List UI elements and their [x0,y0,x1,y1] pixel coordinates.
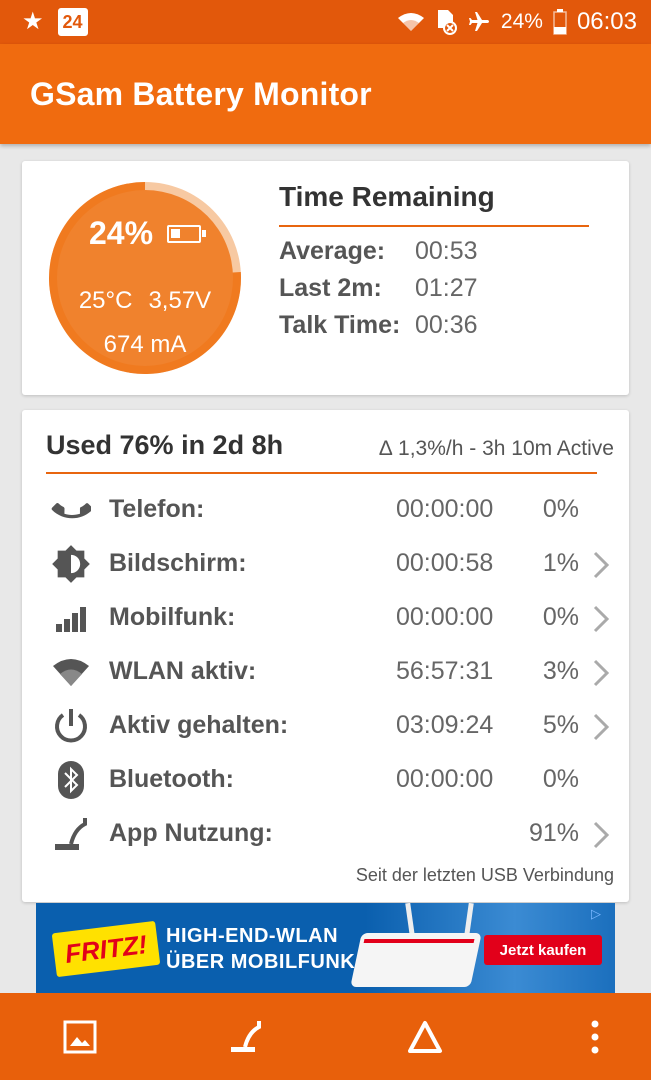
ad-banner[interactable]: FRITZ! HIGH-END-WLAN ÜBER MOBILFUNK Jetz… [36,903,615,993]
usage-label: WLAN aktiv: [109,657,257,685]
usage-percent: 5% [542,711,579,739]
signal-icon [50,597,92,639]
usage-row-telefon: Telefon: 00:00:00 0% [22,483,629,537]
chevron-right-icon[interactable] [591,604,611,634]
chevron-right-icon[interactable] [591,658,611,688]
battery-icon [167,224,207,243]
battery-percent-value: 24% [88,215,154,251]
delta-icon[interactable] [405,1017,445,1057]
battery-temperature: 25°C [78,287,133,314]
sim-off-icon [435,9,457,35]
calendar-icon: 24 [57,8,88,36]
usage-label: App Nutzung: [109,819,273,847]
usage-label: Aktiv gehalten: [109,711,289,739]
airplane-icon [467,10,491,34]
ad-cta-button[interactable]: Jetzt kaufen [484,935,602,965]
bluetooth-icon [50,759,92,801]
battery-percent: 24% [500,10,543,33]
row-value: 00:53 [415,237,478,265]
divider [46,472,597,474]
usage-row-wlan[interactable]: WLAN aktiv: 56:57:31 3% [22,645,629,699]
usage-percent: 3% [542,657,579,685]
usage-row-aktiv-gehalten[interactable]: Aktiv gehalten: 03:09:24 5% [22,699,629,753]
usage-label: Mobilfunk: [109,603,236,631]
router-image [350,933,482,987]
usage-label: Bluetooth: [109,765,234,793]
usage-percent: 1% [542,549,579,577]
time-remaining-row-talktime: Talk Time: 00:36 [279,311,478,340]
app-usage-icon[interactable] [225,1017,265,1057]
battery-gauge: 24% 25°C 3,57V 674 mA [44,177,246,379]
usage-row-bildschirm[interactable]: Bildschirm: 00:00:58 1% [22,537,629,591]
time-remaining-title: Time Remaining [279,181,495,212]
phone-icon [50,489,92,531]
battery-voltage: 3,57V [148,287,212,314]
usage-label: Bildschirm: [109,549,247,577]
usage-percent: 0% [542,603,579,631]
usage-percent: 0% [542,765,579,793]
ad-choices-icon[interactable]: ▷ [591,906,611,922]
usage-time: 00:00:00 [396,603,494,631]
chevron-right-icon[interactable] [591,820,611,850]
clock: 06:03 [576,8,637,35]
image-icon[interactable] [60,1017,100,1057]
time-remaining-row-average: Average: 00:53 [279,237,478,266]
usage-rate: ∆ 1,3%/h - 3h 10m Active [379,437,614,460]
chevron-right-icon[interactable] [591,712,611,742]
usage-card: Used 76% in 2d 8h ∆ 1,3%/h - 3h 10m Acti… [22,410,629,902]
row-label: Average: [279,237,386,265]
battery-icon [553,9,567,35]
power-icon [50,705,92,747]
usage-time: 56:57:31 [396,657,494,685]
ad-headline-1: HIGH-END-WLAN [166,925,339,947]
time-remaining-row-last2m: Last 2m: 01:27 [279,274,478,303]
app-title: GSam Battery Monitor [30,76,372,112]
usage-time: 00:00:00 [396,495,494,523]
usage-row-bluetooth: Bluetooth: 00:00:00 0% [22,753,629,807]
usage-percent: 91% [528,819,579,847]
usage-label: Telefon: [109,495,205,523]
usage-time: 00:00:00 [396,765,494,793]
wifi-icon [397,11,425,33]
app-usage-icon [50,813,92,855]
usage-footnote: Seit der letzten USB Verbindung [355,865,614,885]
row-label: Talk Time: [279,311,401,339]
battery-summary-card[interactable]: 24% 25°C 3,57V 674 mA Time Remaining Ave… [22,161,629,395]
chevron-right-icon[interactable] [591,550,611,580]
battery-current: 674 mA [103,331,187,358]
ad-headline-2: ÜBER MOBILFUNK [166,951,356,973]
brightness-icon [50,543,92,585]
wifi-icon [50,651,92,693]
more-vert-icon[interactable] [575,1017,615,1057]
star-icon: ★ [22,8,44,35]
row-value: 01:27 [415,274,478,302]
ad-logo: FRITZ! [51,920,161,978]
row-label: Last 2m: [279,274,382,302]
usage-time: 00:00:58 [396,549,494,577]
bottom-toolbar [0,993,651,1080]
row-value: 00:36 [415,311,478,339]
usage-time: 03:09:24 [396,711,494,739]
usage-row-mobilfunk[interactable]: Mobilfunk: 00:00:00 0% [22,591,629,645]
usage-row-app-nutzung[interactable]: App Nutzung: 91% [22,807,629,861]
app-bar: GSam Battery Monitor [0,44,651,144]
usage-percent: 0% [542,495,579,523]
divider [279,225,589,227]
status-bar: ★ 24 24% 06:03 [0,0,651,44]
usage-title: Used 76% in 2d 8h [46,430,284,460]
